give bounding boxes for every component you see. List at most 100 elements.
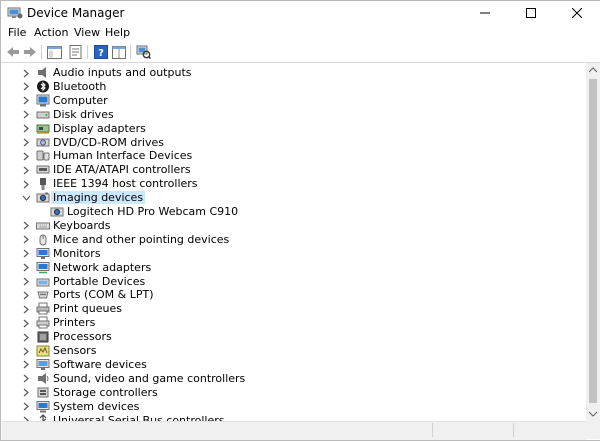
tree-category[interactable]: Storage controllers bbox=[2, 386, 586, 400]
menu-view[interactable]: View bbox=[74, 26, 100, 39]
tree-category[interactable]: Human Interface Devices bbox=[2, 149, 586, 163]
disk-drive-icon bbox=[36, 108, 50, 121]
storage-controller-icon bbox=[36, 386, 50, 399]
processor-icon bbox=[36, 330, 50, 343]
network-adapter-icon bbox=[36, 261, 50, 274]
tree-category[interactable]: Network adapters bbox=[2, 261, 586, 275]
expand-arrow-right-icon[interactable] bbox=[21, 95, 31, 107]
tree-category[interactable]: Monitors bbox=[2, 247, 586, 261]
device-manager-window: Device Manager File Action View Help ? A… bbox=[0, 0, 600, 441]
back-button[interactable] bbox=[5, 44, 21, 60]
printer-icon bbox=[36, 316, 50, 329]
menu-file[interactable]: File bbox=[8, 26, 26, 39]
tree-category[interactable]: Ports (COM & LPT) bbox=[2, 288, 586, 302]
expand-arrow-right-icon[interactable] bbox=[21, 67, 31, 79]
tree-item-label: Monitors bbox=[53, 246, 101, 260]
expand-arrow-right-icon[interactable] bbox=[21, 276, 31, 288]
tree-item-label: Logitech HD Pro Webcam C910 bbox=[67, 205, 239, 218]
maximize-button[interactable] bbox=[508, 1, 554, 25]
expand-arrow-right-icon[interactable] bbox=[21, 137, 31, 149]
resize-grip[interactable] bbox=[586, 421, 600, 439]
tree-category[interactable]: Display adapters bbox=[2, 122, 586, 136]
expand-arrow-right-icon[interactable] bbox=[21, 387, 31, 399]
scan-hardware-button[interactable] bbox=[135, 44, 151, 60]
hid-icon bbox=[36, 149, 50, 162]
tree-category[interactable]: Imaging devices bbox=[2, 191, 586, 205]
close-button[interactable] bbox=[554, 1, 600, 25]
tree-category[interactable]: Computer bbox=[2, 94, 586, 108]
view-button[interactable] bbox=[111, 44, 127, 60]
tree-category[interactable]: Software devices bbox=[2, 358, 586, 372]
toolbar-separator bbox=[87, 45, 88, 59]
expand-arrow-right-icon[interactable] bbox=[21, 303, 31, 315]
expand-arrow-right-icon[interactable] bbox=[21, 81, 31, 93]
help-button[interactable]: ? bbox=[93, 44, 109, 60]
tree-category[interactable]: Processors bbox=[2, 330, 586, 344]
tree-item-label: Imaging devices bbox=[51, 191, 146, 205]
expand-arrow-right-icon[interactable] bbox=[21, 331, 31, 343]
menu-action[interactable]: Action bbox=[34, 26, 68, 39]
expand-arrow-right-icon[interactable] bbox=[21, 373, 31, 385]
expand-arrow-right-icon[interactable] bbox=[21, 150, 31, 162]
device-tree[interactable]: Audio inputs and outputs Bluetooth Compute… bbox=[2, 63, 586, 421]
tree-item-label: Mice and other pointing devices bbox=[53, 232, 230, 246]
properties-button[interactable] bbox=[67, 44, 83, 60]
tree-category[interactable]: IDE ATA/ATAPI controllers bbox=[2, 163, 586, 177]
expand-arrow-right-icon[interactable] bbox=[21, 234, 31, 246]
scan-hardware-icon bbox=[136, 45, 151, 59]
port-icon bbox=[36, 288, 50, 301]
console-tree-button[interactable] bbox=[46, 44, 62, 60]
minimize-button[interactable] bbox=[462, 1, 508, 25]
expand-arrow-right-icon[interactable] bbox=[21, 109, 31, 121]
vertical-scroll-thumb[interactable] bbox=[589, 79, 597, 403]
tree-item-label: Processors bbox=[53, 330, 112, 344]
expand-arrow-right-icon[interactable] bbox=[21, 178, 31, 190]
usb-icon bbox=[36, 413, 50, 421]
tree-category[interactable]: Portable Devices bbox=[2, 275, 586, 289]
tree-child-item[interactable]: Logitech HD Pro Webcam C910 bbox=[2, 205, 586, 219]
menu-help[interactable]: Help bbox=[105, 26, 130, 39]
tree-item-label: Display adapters bbox=[53, 121, 146, 135]
expand-arrow-right-icon[interactable] bbox=[21, 317, 31, 329]
tree-item-label: Portable Devices bbox=[53, 274, 146, 288]
expand-arrow-right-icon[interactable] bbox=[21, 345, 31, 357]
tree-category[interactable]: Universal Serial Bus controllers bbox=[2, 413, 586, 422]
expand-arrow-right-icon[interactable] bbox=[21, 164, 31, 176]
tree-item-label: Disk drives bbox=[53, 107, 114, 121]
tree-category[interactable]: Printers bbox=[2, 316, 586, 330]
menu-bar: File Action View Help bbox=[1, 25, 600, 42]
title-bar[interactable]: Device Manager bbox=[1, 1, 600, 25]
webcam-icon bbox=[50, 205, 64, 218]
software-device-icon bbox=[36, 358, 50, 371]
expand-arrow-right-icon[interactable] bbox=[21, 401, 31, 413]
forward-button[interactable] bbox=[22, 44, 38, 60]
tree-category[interactable]: Bluetooth bbox=[2, 80, 586, 94]
tree-item-label: Universal Serial Bus controllers bbox=[53, 413, 225, 422]
tree-category[interactable]: IEEE 1394 host controllers bbox=[2, 177, 586, 191]
device-manager-app-icon bbox=[7, 6, 23, 20]
tree-category[interactable]: System devices bbox=[2, 400, 586, 414]
sound-controller-icon bbox=[36, 372, 50, 385]
tree-category[interactable]: Audio inputs and outputs bbox=[2, 66, 586, 80]
expand-arrow-right-icon[interactable] bbox=[21, 123, 31, 135]
vertical-scrollbar[interactable] bbox=[586, 63, 600, 421]
tree-category[interactable]: Mice and other pointing devices bbox=[2, 233, 586, 247]
tree-item-label: Sensors bbox=[53, 344, 97, 357]
expand-arrow-right-icon[interactable] bbox=[21, 262, 31, 274]
tree-item-label: IEEE 1394 host controllers bbox=[53, 177, 198, 191]
expand-arrow-down-icon[interactable] bbox=[21, 192, 31, 204]
expand-arrow-right-icon[interactable] bbox=[21, 289, 31, 301]
expand-arrow-right-icon[interactable] bbox=[21, 248, 31, 260]
scroll-down-button[interactable] bbox=[586, 407, 600, 421]
tree-category[interactable]: Sensors bbox=[2, 344, 586, 358]
ide-controller-icon bbox=[36, 163, 50, 176]
tree-item-label: Software devices bbox=[53, 357, 147, 371]
expand-arrow-right-icon[interactable] bbox=[21, 359, 31, 371]
tree-category[interactable]: Keyboards bbox=[2, 219, 586, 233]
tree-category[interactable]: DVD/CD-ROM drives bbox=[2, 136, 586, 150]
tree-category[interactable]: Sound, video and game controllers bbox=[2, 372, 586, 386]
tree-category[interactable]: Disk drives bbox=[2, 108, 586, 122]
scroll-up-button[interactable] bbox=[586, 63, 600, 77]
expand-arrow-right-icon[interactable] bbox=[21, 220, 31, 232]
tree-category[interactable]: Print queues bbox=[2, 302, 586, 316]
